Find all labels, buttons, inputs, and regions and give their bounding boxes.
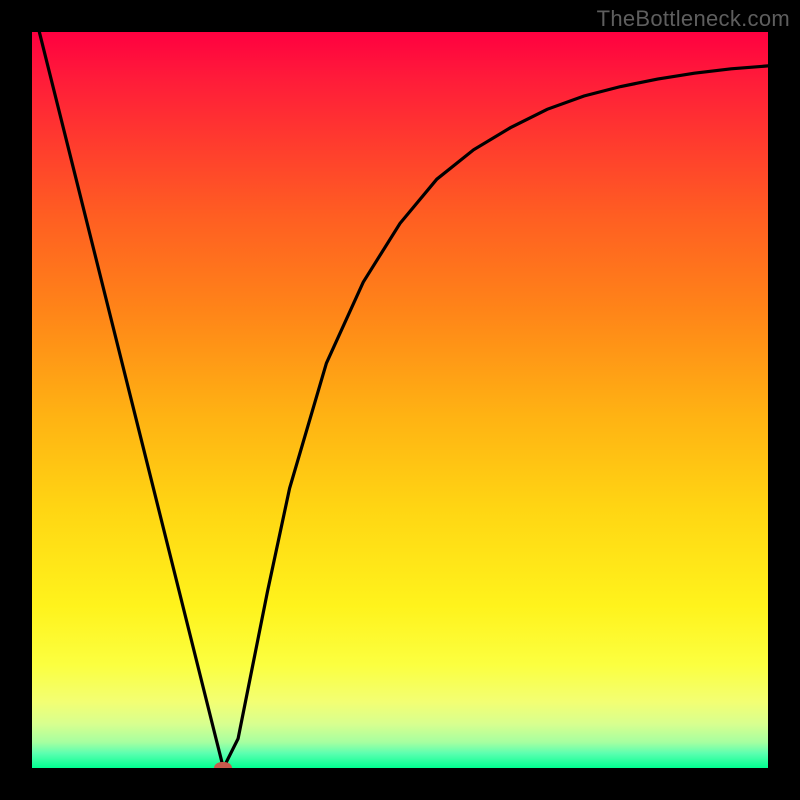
- watermark-text: TheBottleneck.com: [597, 6, 790, 32]
- curve-svg: [32, 32, 768, 768]
- chart-frame: TheBottleneck.com: [0, 0, 800, 800]
- plot-area: [32, 32, 768, 768]
- optimal-point-marker: [214, 762, 232, 768]
- bottleneck-curve: [32, 32, 768, 768]
